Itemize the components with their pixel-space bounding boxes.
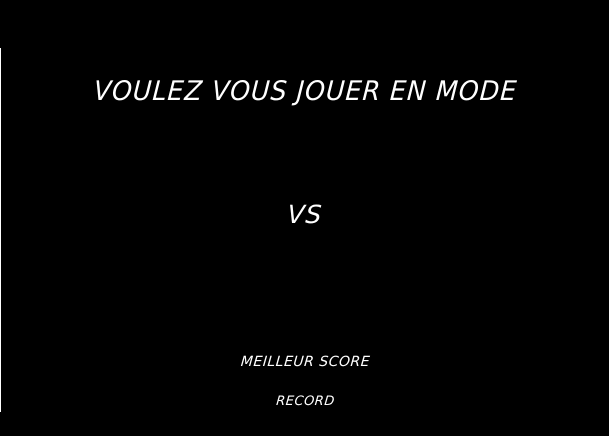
vs-mode-button[interactable]: VS [254,200,356,229]
mode-question-heading: VOULEZ VOUS JOUER EN MODE [92,76,519,107]
game-screen: VOULEZ VOUS JOUER EN MODE VS MEILLEUR SC… [0,0,611,436]
record-value: RECORD [275,394,336,409]
best-score-label: MEILLEUR SCORE [240,354,371,370]
